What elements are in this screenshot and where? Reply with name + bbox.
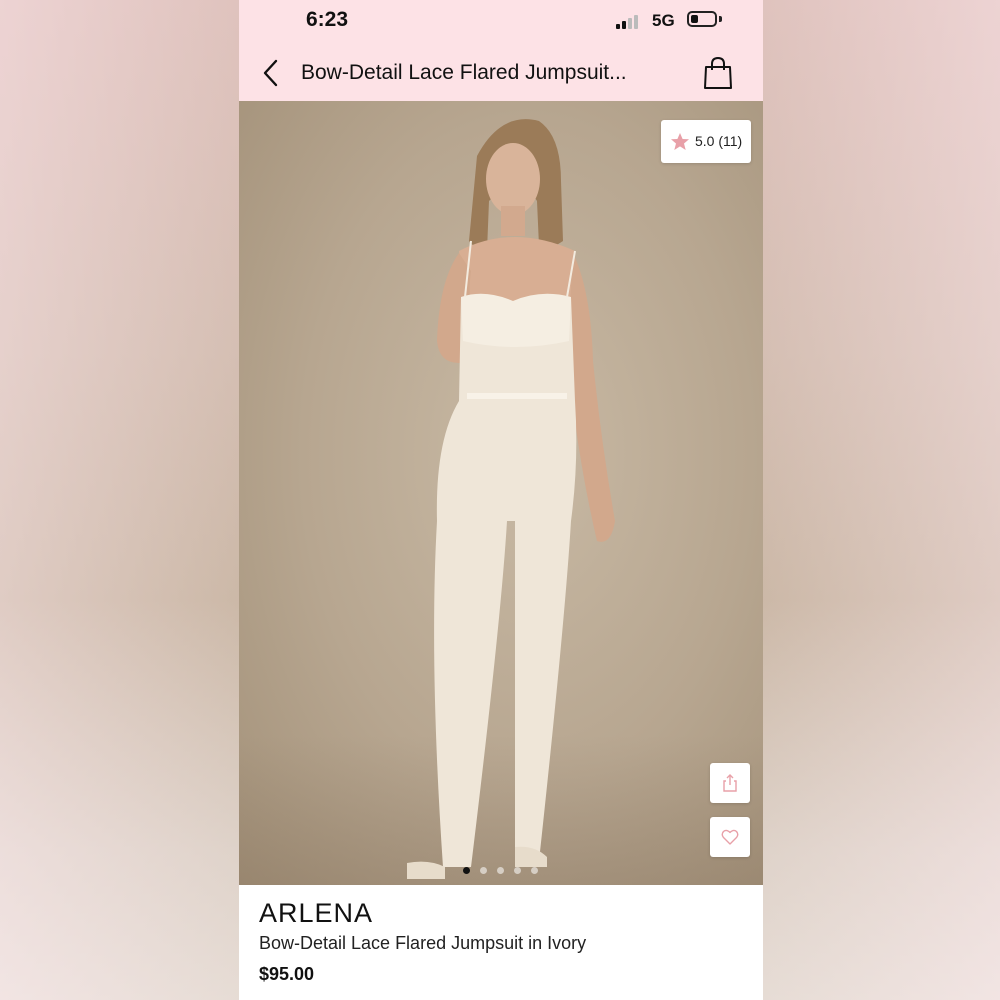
pagination-dot-3[interactable]: [497, 867, 504, 874]
back-button[interactable]: [259, 58, 285, 88]
cellular-signal-icon: [616, 13, 644, 29]
battery-tip: [719, 16, 722, 22]
share-button[interactable]: [710, 763, 750, 803]
status-time: 6:23: [306, 8, 349, 31]
cart-button[interactable]: [702, 56, 734, 90]
product-image-gallery[interactable]: 5.0 (11): [239, 101, 763, 885]
product-price: $95.00: [259, 964, 315, 984]
background-blur-right: [763, 0, 1000, 1000]
phone-screen: 6:23 5G Bow-Detail Lace Flared Jumpsuit.…: [239, 0, 763, 1000]
gallery-pagination: [463, 867, 543, 877]
pagination-dot-1[interactable]: [463, 867, 470, 874]
chevron-left-icon: [263, 59, 278, 87]
rating-text: 5.0 (11): [695, 133, 743, 149]
product-photo: [407, 119, 615, 879]
product-info: ARLENA Bow-Detail Lace Flared Jumpsuit i…: [239, 885, 763, 1000]
network-type: 5G: [652, 11, 675, 30]
pagination-dot-5[interactable]: [531, 867, 538, 874]
shopping-bag-icon: [704, 56, 732, 89]
share-icon: [723, 774, 737, 792]
favorite-button[interactable]: [710, 817, 750, 857]
star-icon: [671, 133, 689, 150]
brand-name: ARLENA: [259, 898, 374, 928]
battery-icon: [687, 11, 717, 27]
heart-icon: [721, 829, 739, 845]
pagination-dot-2[interactable]: [480, 867, 487, 874]
pagination-dot-4[interactable]: [514, 867, 521, 874]
nav-bar: Bow-Detail Lace Flared Jumpsuit...: [239, 44, 763, 101]
product-name: Bow-Detail Lace Flared Jumpsuit in Ivory: [259, 933, 587, 953]
rating-badge[interactable]: 5.0 (11): [661, 120, 751, 163]
page-title: Bow-Detail Lace Flared Jumpsuit...: [301, 61, 627, 84]
status-bar: 6:23 5G: [239, 0, 763, 44]
background-blur-left: [0, 0, 239, 1000]
